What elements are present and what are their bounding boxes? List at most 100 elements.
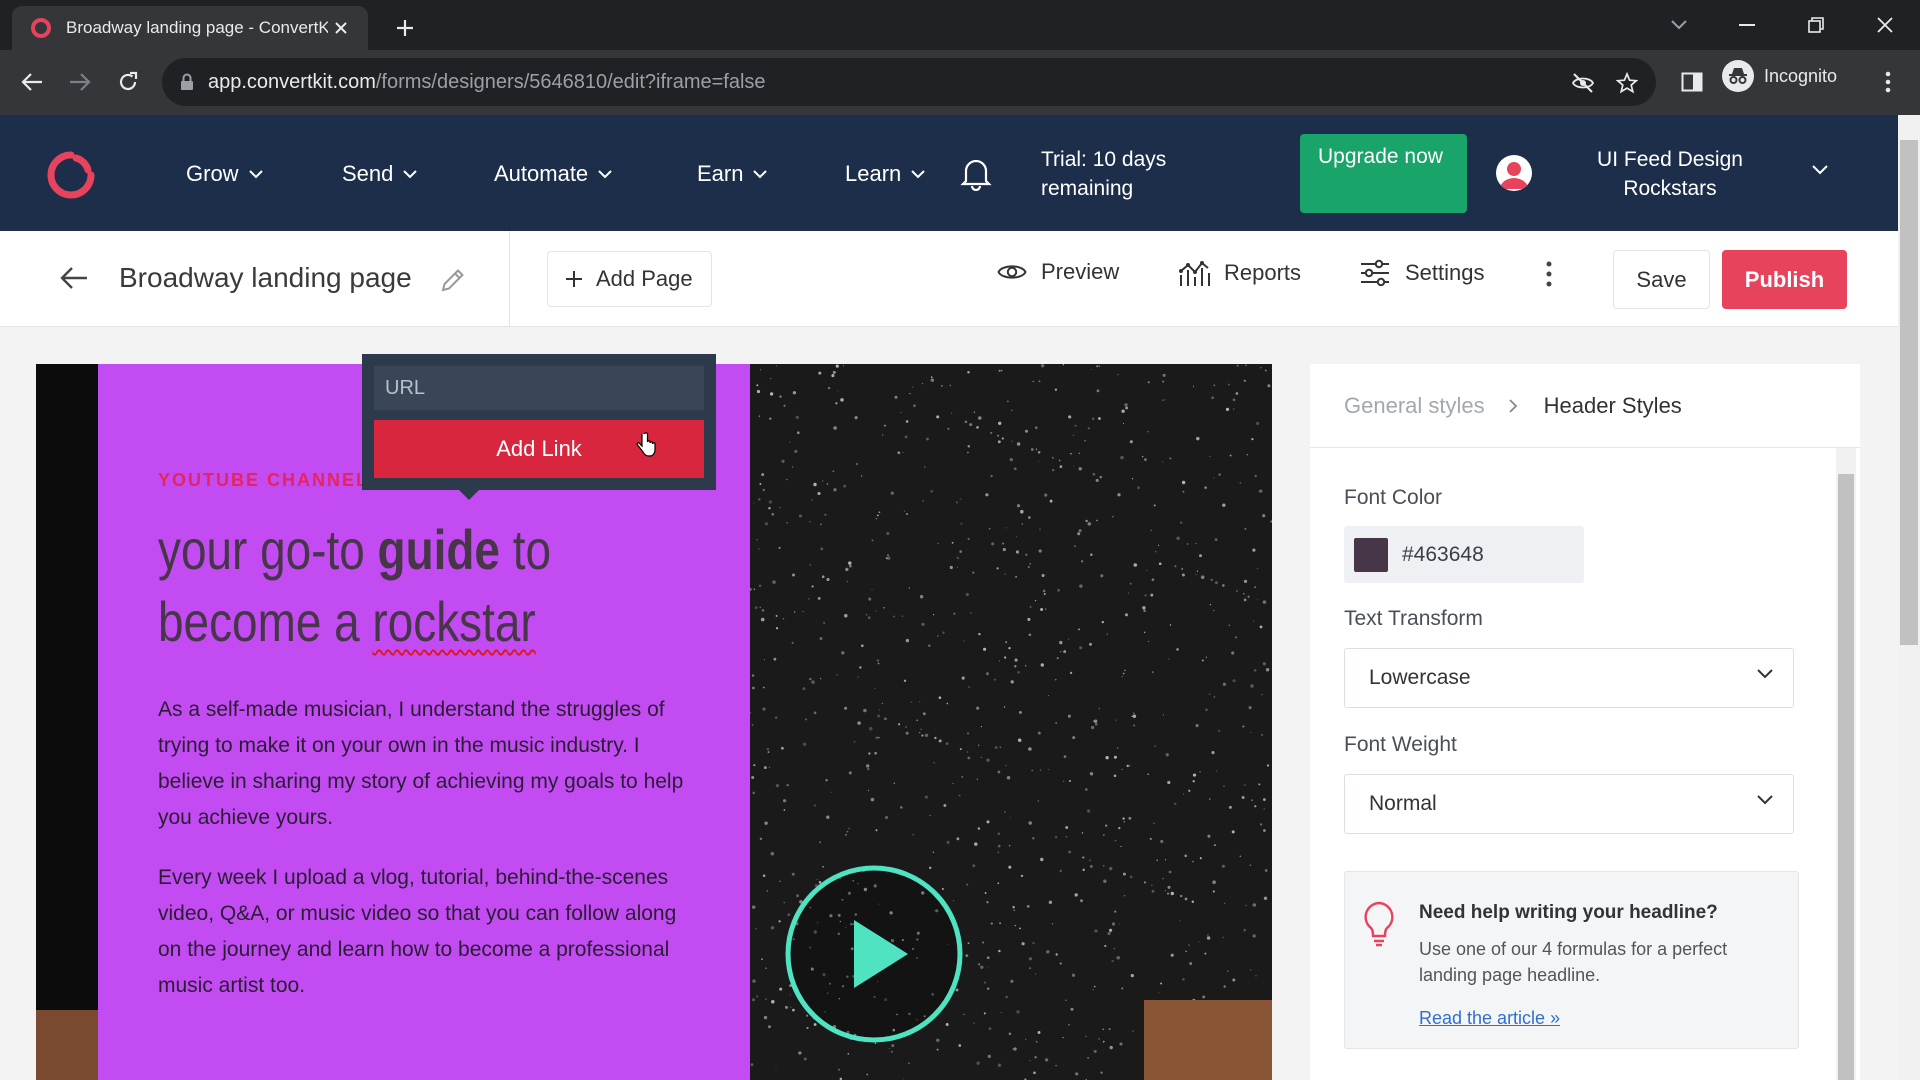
text-transform-select[interactable]: Lowercase — [1344, 648, 1794, 708]
font-weight-label: Font Weight — [1344, 733, 1457, 756]
chevron-right-icon — [1508, 398, 1517, 413]
nav-learn-label: Learn — [845, 161, 902, 186]
headline-part1: your go-to — [158, 518, 378, 581]
page-scrollbar-thumb[interactable] — [1900, 140, 1918, 645]
trial-remaining: Trial: 10 days remaining — [1041, 148, 1167, 200]
font-color-swatch[interactable] — [1354, 537, 1388, 572]
read-article-link[interactable]: Read the article » — [1419, 1008, 1560, 1029]
reports-label: Reports — [1224, 260, 1302, 285]
settings-button[interactable]: Settings — [1359, 259, 1485, 287]
add-page-button[interactable]: Add Page — [547, 251, 712, 307]
reload-icon[interactable] — [110, 64, 146, 100]
text-transform-label: Text Transform — [1344, 607, 1483, 630]
breadcrumb: General styles Header Styles — [1310, 364, 1860, 448]
account-chevron-down-icon[interactable] — [1812, 165, 1828, 175]
editor-toolbar: Broadway landing page Add Page Preview R… — [0, 231, 1898, 327]
headline-help-card: Need help writing your headline? Use one… — [1344, 871, 1799, 1049]
eye-off-icon[interactable] — [1566, 66, 1600, 100]
address-bar[interactable]: app.convertkit.com/forms/designers/56468… — [162, 58, 1656, 106]
browser-menu-icon[interactable] — [1870, 64, 1906, 100]
star-icon[interactable] — [1610, 66, 1644, 100]
hero-image-fragment-right — [1144, 1000, 1272, 1080]
chevron-down-icon — [753, 169, 768, 178]
upgrade-now-button[interactable]: Upgrade now — [1300, 134, 1467, 213]
toolbar-divider — [509, 231, 510, 327]
text-transform-value: Lowercase — [1369, 666, 1471, 689]
app-top-nav: Grow Send Automate Earn Learn Trial: 10 … — [0, 115, 1898, 231]
body-paragraph-1[interactable]: As a self-made musician, I understand th… — [158, 692, 703, 836]
convertkit-logo-icon[interactable] — [46, 150, 96, 200]
more-options-icon[interactable] — [1546, 261, 1552, 287]
font-color-picker[interactable]: #463648 — [1344, 526, 1584, 583]
left-hero-strip — [36, 364, 98, 1080]
font-color-value: #463648 — [1402, 542, 1484, 566]
chevron-down-icon — [911, 169, 925, 178]
browser-tab-bar: Broadway landing page - ConvertKit — [0, 0, 1920, 50]
url-host: app.convertkit.com — [208, 70, 376, 93]
nav-earn-label: Earn — [697, 161, 744, 186]
back-icon[interactable] — [14, 64, 50, 100]
back-arrow-icon[interactable] — [60, 266, 88, 290]
breadcrumb-general-styles[interactable]: General styles — [1344, 393, 1485, 419]
close-tab-icon[interactable] — [328, 15, 354, 41]
reports-button[interactable]: Reports — [1178, 259, 1301, 287]
tab-title: Broadway landing page - ConvertKit — [66, 18, 328, 37]
eye-icon — [997, 265, 1027, 279]
nav-automate-label: Automate — [494, 161, 589, 186]
publish-button[interactable]: Publish — [1722, 250, 1847, 309]
style-panel: General styles Header Styles Font Color … — [1310, 364, 1860, 1080]
nav-grow[interactable]: Grow — [186, 161, 263, 187]
link-popup-arrow — [457, 488, 481, 500]
notifications-bell-icon[interactable] — [959, 155, 993, 191]
chevron-down-icon — [1757, 669, 1773, 679]
account-name[interactable]: UI Feed Design Rockstars — [1570, 145, 1770, 203]
chevron-down-icon — [248, 169, 263, 178]
nav-grow-label: Grow — [186, 161, 239, 186]
preview-button[interactable]: Preview — [997, 259, 1119, 285]
chevron-down-icon — [598, 169, 612, 178]
convertkit-favicon-icon — [31, 18, 51, 38]
edit-pencil-icon[interactable] — [440, 267, 466, 293]
incognito-icon — [1722, 60, 1754, 92]
browser-tab[interactable]: Broadway landing page - ConvertKit — [12, 6, 368, 50]
avatar[interactable] — [1496, 155, 1532, 191]
help-title: Need help writing your headline? — [1419, 902, 1718, 923]
lock-icon — [181, 73, 193, 90]
panel-scrollbar-thumb[interactable] — [1838, 474, 1854, 1080]
nav-send-label: Send — [342, 161, 394, 186]
close-window-icon[interactable] — [1863, 8, 1907, 42]
save-button[interactable]: Save — [1613, 250, 1710, 309]
incognito-indicator[interactable]: Incognito — [1722, 60, 1837, 92]
nav-learn[interactable]: Learn — [845, 161, 925, 187]
nav-send[interactable]: Send — [342, 161, 418, 187]
font-weight-value: Normal — [1369, 792, 1437, 815]
body-paragraph-2[interactable]: Every week I upload a vlog, tutorial, be… — [158, 860, 703, 1004]
forward-icon[interactable] — [62, 64, 98, 100]
url-input[interactable] — [374, 366, 704, 410]
font-weight-select[interactable]: Normal — [1344, 774, 1794, 834]
nav-earn[interactable]: Earn — [697, 161, 768, 187]
headline-part3: rockstar — [372, 590, 536, 653]
sliders-icon — [1361, 259, 1389, 287]
browser-toolbar: app.convertkit.com/forms/designers/56468… — [0, 50, 1920, 115]
new-tab-icon[interactable] — [388, 11, 422, 45]
hand-cursor-icon — [636, 432, 656, 457]
eyebrow-text[interactable]: YOUTUBE CHANNEL — [158, 470, 369, 491]
side-panel-icon[interactable] — [1674, 64, 1710, 100]
url-path: /forms/designers/5646810/edit?iframe=fal… — [375, 70, 766, 93]
breadcrumb-header-styles: Header Styles — [1543, 392, 1682, 418]
headline-bold: guide — [377, 518, 500, 581]
minimize-icon[interactable] — [1725, 8, 1769, 42]
lightbulb-icon — [1364, 901, 1394, 947]
tab-search-chevron-icon[interactable] — [1657, 8, 1701, 42]
add-page-label: Add Page — [596, 266, 693, 291]
nav-automate[interactable]: Automate — [494, 161, 612, 187]
link-popup: Add Link — [362, 354, 716, 490]
play-video-icon[interactable] — [784, 864, 964, 1044]
restore-icon[interactable] — [1794, 8, 1838, 42]
incognito-label: Incognito — [1764, 65, 1838, 86]
headline[interactable]: your go-to guide to become a rockstar — [158, 514, 601, 658]
preview-label: Preview — [1041, 259, 1120, 284]
page-title: Broadway landing page — [119, 262, 412, 293]
settings-label: Settings — [1405, 260, 1485, 285]
